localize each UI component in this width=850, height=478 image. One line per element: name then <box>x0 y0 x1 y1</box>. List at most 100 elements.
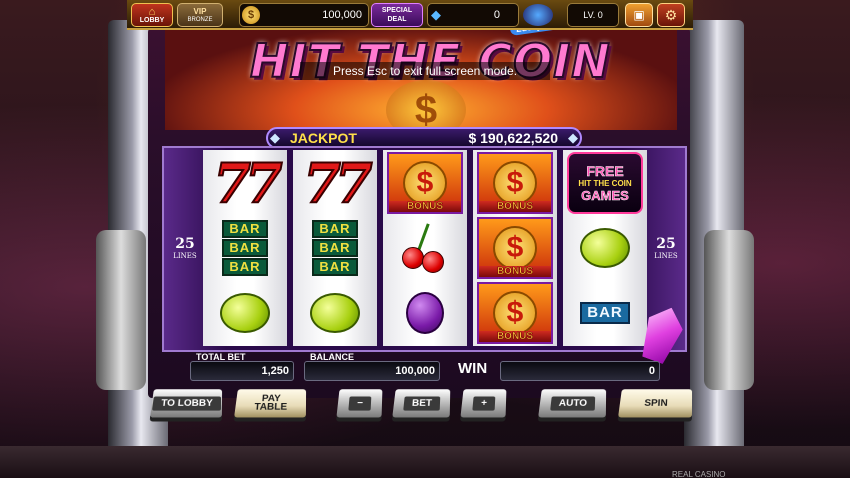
to-lobby-button[interactable]: TO LOBBY <box>150 389 223 418</box>
special-deal-line1: SPECIAL <box>381 7 413 14</box>
home-icon: ⌂ <box>148 5 156 18</box>
reel-cell: $ BONUS <box>477 217 553 279</box>
bar-label: BAR <box>222 258 268 276</box>
paylines-right: 25 LINES <box>651 236 681 260</box>
reel-cell <box>297 282 373 344</box>
spin-button[interactable]: SPIN <box>618 389 693 418</box>
gem-balance-value: 0 <box>493 9 500 21</box>
plus-icon: + <box>472 396 496 411</box>
paylines-left: 25 LINES <box>170 236 200 260</box>
lobby-label: LOBBY <box>139 16 165 24</box>
jackpot-label: JACKPOT <box>290 130 357 146</box>
bar-label: BAR <box>312 239 358 257</box>
spin-label: SPIN <box>643 397 668 409</box>
reel-cell <box>387 217 463 279</box>
bet-label: BET <box>403 396 441 411</box>
paylines-count: 25 <box>175 236 195 252</box>
level-indicator: LV. 0 <box>567 3 619 27</box>
reel-cell <box>387 282 463 344</box>
coin-balance[interactable]: $ 100,000 <box>239 3 369 27</box>
coin-icon: $ <box>242 6 260 24</box>
vip-title: VIP <box>193 6 207 16</box>
bonus-label: BONUS <box>389 201 461 212</box>
reel-cell: $ BONUS <box>387 152 463 214</box>
bonus-coin-symbol: $ BONUS <box>477 282 553 344</box>
vip-badge[interactable]: VIP BRONZE <box>177 3 223 27</box>
reel-1: 77 BAR BAR BAR <box>203 150 287 346</box>
to-lobby-label: TO LOBBY <box>152 396 221 411</box>
free-games-symbol: FREE HIT THE COIN GAMES <box>567 152 643 214</box>
bonus-coin-symbol: $ BONUS <box>387 152 463 214</box>
reel-cell: BAR BAR BAR <box>297 217 373 279</box>
top-bar: ⌂ LOBBY VIP BRONZE $ 100,000 SPECIAL DEA… <box>127 0 693 30</box>
balance-value: 100,000 <box>304 361 440 381</box>
bar-label: BAR <box>222 220 268 238</box>
level-value: LV. 0 <box>583 10 603 20</box>
dollar-coin-icon: $ <box>493 291 537 335</box>
free-games-text: HIT THE COIN <box>578 178 632 188</box>
special-deal-line2: DEAL <box>387 16 407 23</box>
lemon-icon <box>220 293 270 333</box>
reel-3: $ BONUS <box>383 150 467 346</box>
coin-balance-value: 100,000 <box>322 9 362 21</box>
fullscreen-notice: Press Esc to exit full screen mode. <box>300 62 550 80</box>
pay-table-label: PAY TABLE <box>253 393 288 413</box>
reel-cell: $ BONUS <box>477 282 553 344</box>
bet-increase-button[interactable]: + <box>460 389 507 418</box>
special-deal-button[interactable]: SPECIAL DEAL <box>371 3 423 27</box>
reel-cell: 77 <box>207 150 283 216</box>
reel-cell: BAR <box>567 282 643 344</box>
bonus-coin-symbol: $ BONUS <box>477 217 553 279</box>
fullscreen-icon[interactable]: ▣ <box>625 3 653 27</box>
dollar-coin-icon: $ <box>493 161 537 205</box>
seven-symbol: 77 <box>212 150 283 216</box>
win-value: 0 <box>500 361 660 381</box>
reel-cell: $ BONUS <box>477 152 553 214</box>
paylines-label: LINES <box>654 252 678 260</box>
single-bar-symbol: BAR <box>580 302 630 324</box>
reel-cell <box>567 217 643 279</box>
reel-cell <box>207 282 283 344</box>
triple-bar-symbol: BAR BAR BAR <box>222 220 268 276</box>
plum-icon <box>406 292 444 334</box>
seven-symbol: 77 <box>302 150 373 216</box>
bet-decrease-button[interactable]: − <box>336 389 383 418</box>
left-side-panel <box>96 230 146 390</box>
gem-balance[interactable]: ◆ 0 <box>427 3 519 27</box>
paylines-count: 25 <box>656 236 676 252</box>
reel-cell: 77 <box>297 150 373 216</box>
jackpot-amount: $ 190,622,520 <box>468 130 558 146</box>
right-side-panel <box>704 230 754 390</box>
cherry-icon <box>400 223 450 273</box>
bar-label: BAR <box>312 220 358 238</box>
lobby-button[interactable]: ⌂ LOBBY <box>131 3 173 27</box>
total-bet-value: 1,250 <box>190 361 294 381</box>
win-label: WIN <box>458 360 488 377</box>
auto-label: AUTO <box>550 396 596 411</box>
bonus-label: BONUS <box>479 266 551 277</box>
dollar-coin-icon: $ <box>493 226 537 270</box>
game-screen: $ HIT THE COIN Lucky Ball Press Esc to e… <box>0 0 850 478</box>
paylines-label: LINES <box>173 252 197 260</box>
triple-bar-symbol: BAR BAR BAR <box>312 220 358 276</box>
free-games-text: FREE <box>586 162 624 179</box>
bonus-label: BONUS <box>479 201 551 212</box>
pay-table-button[interactable]: PAY TABLE <box>234 389 307 418</box>
reel-5: FREE HIT THE COIN GAMES BAR <box>563 150 647 346</box>
diamond-icon: ◆ <box>568 130 578 145</box>
bar-label: BAR <box>312 258 358 276</box>
bonus-coin-symbol: $ BONUS <box>477 152 553 214</box>
bet-button[interactable]: BET <box>392 389 451 418</box>
lemon-icon <box>310 293 360 333</box>
free-games-text: GAMES <box>581 187 629 203</box>
lucky-ball-icon[interactable] <box>523 4 553 26</box>
gear-icon[interactable]: ⚙ <box>657 3 685 27</box>
diamond-icon: ◆ <box>431 7 441 22</box>
bar-label: BAR <box>222 239 268 257</box>
reel-2: 77 BAR BAR BAR <box>293 150 377 346</box>
auto-spin-button[interactable]: AUTO <box>538 389 607 418</box>
minus-icon: − <box>348 396 372 411</box>
bonus-label: BONUS <box>479 331 551 342</box>
dollar-coin-icon: $ <box>403 161 447 205</box>
control-panel: TO LOBBY PAY TABLE − BET + AUTO SPIN <box>110 388 730 438</box>
